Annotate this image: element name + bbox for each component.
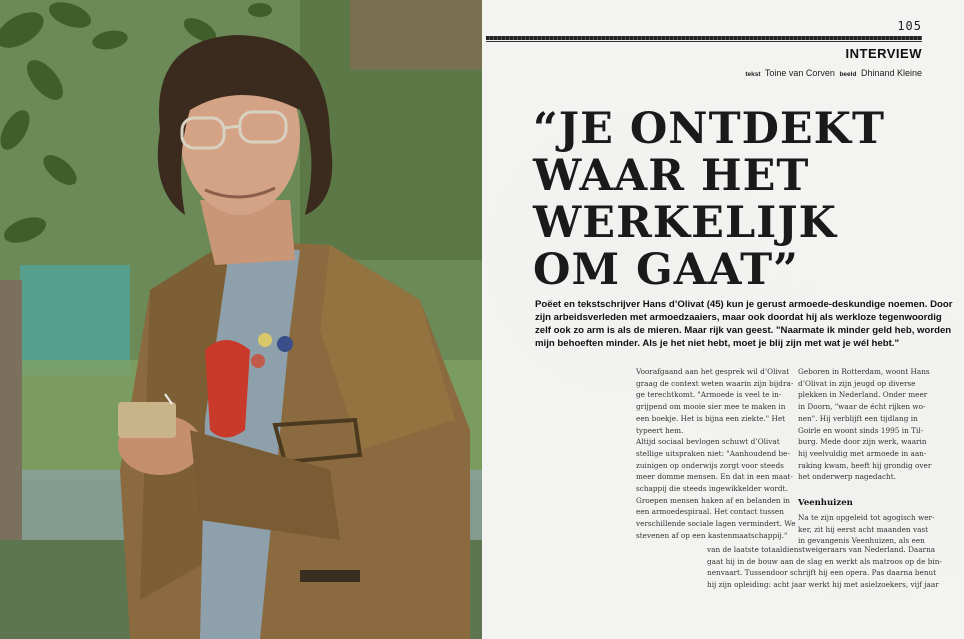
portrait-illustration [0,0,482,639]
body-line: hij veelvuldig met armoede in aan- [798,448,927,458]
headline-line: WAAR HET [533,151,810,201]
body-line: ge terechtkomt. "Armoede is veel te in- [636,390,782,400]
body-line: typeert hem. [636,425,684,435]
body-line: gaat hij in de bouw aan de slag en werkt… [707,556,942,566]
body-line: d’Olivat in zijn jeugd op diverse [798,378,916,388]
body-line: stevenen af op een kastenmaatschappij." [636,530,788,540]
body-line: verschillende sociale lagen vermindert. … [636,519,796,529]
byline-image-author: Dhinand Kleine [860,68,922,78]
body-line: het onderwerp nagedacht. [798,472,896,482]
body-line: plekken in Nederland. Onder meer [798,390,928,400]
headline: “JE ONTDEKT WAAR HET WERKELIJK OM GAAT” [533,106,933,294]
body-column-4: van de laatste totaaldienstweigeraars va… [707,544,942,591]
body-line: zuinigen op onderwijs zorgt voor steeds [636,460,784,470]
body-line: stellige uitspraken niet: "Aanhoudend be… [636,448,790,458]
headline-line: “JE ONTDEKT [533,104,886,154]
header-rule-thin [486,41,922,42]
section-label: INTERVIEW [845,46,922,61]
portrait-photo [0,0,482,639]
body-line: nenvaart. Tussendoor schrijft hij een op… [707,568,937,578]
lead-line: zijn arbeidsverleden met armoedzaaiers, … [535,312,942,323]
byline: tekst Toine van Corven beeld Dhinand Kle… [743,68,922,78]
body-line: Groepen mensen haken af en belanden in [636,495,790,505]
body-line: Goirle en woont sinds 1995 in Til- [798,425,924,435]
body-line: nen". Hij verblijft een tijdlang in [798,413,918,423]
body-line: een boekje. Het is bijna een ziekte." He… [636,413,786,423]
subheading: Veenhuizen [798,498,853,508]
header-rule [486,36,922,40]
body-line: Na te zijn opgeleid tot agogisch wer- [798,513,935,522]
body-line: Voorafgaand aan het gesprek wil d’Olivat [636,367,790,376]
lead-line: Poëet en tekstschrijver Hans d’Olivat (4… [535,299,953,310]
byline-text-author: Toine van Corven [764,68,835,78]
body-line: grijpend om mooie sier mee te maken in [636,402,786,412]
lead-line: mijn behoeften minder. Als je het niet h… [535,338,900,349]
magazine-spread: 105 INTERVIEW tekst Toine van Corven bee… [0,0,964,639]
headline-line: OM GAAT” [533,245,799,295]
body-line: Altijd sociaal bevlogen schuwt d’Olivat [636,437,780,447]
byline-text-label: tekst [745,71,761,78]
article-page: 105 INTERVIEW tekst Toine van Corven bee… [482,0,964,639]
body-line: hij zijn opleiding: acht jaar werkt hij … [707,580,939,590]
body-line: meer domme mensen. En dat in een maat- [636,472,793,482]
body-column-3: Na te zijn opgeleid tot agogisch wer- ke… [798,512,935,547]
body-line: raking kwam, heeft hij grondig over [798,460,932,470]
byline-image-label: beeld [839,71,857,78]
body-line: van de laatste totaaldienstweigeraars va… [707,545,936,554]
page-number: 105 [897,19,922,33]
body-column-1: Voorafgaand aan het gesprek wil d’Olivat… [636,366,796,542]
body-line: Geboren in Rotterdam, woont Hans [798,367,930,376]
body-line: in Doorn, "waar de écht rijken wo- [798,402,926,412]
body-line: schappij die steeds ingewikkelder wordt. [636,484,788,494]
lead-paragraph: Poëet en tekstschrijver Hans d’Olivat (4… [535,298,953,350]
headline-line: WERKELIJK [533,198,838,248]
body-line: burg. Mede door zijn werk, waarin [798,437,927,447]
body-line: graag de context weten waarin zijn bijdr… [636,378,794,388]
body-line: ker, zit hij eerst acht maanden vast [798,524,929,534]
lead-line: zelf ook zo arm is als de mieren. Maar r… [535,325,952,336]
body-line: een armoedespiraal. Het contact tussen [636,507,784,517]
body-column-2: Geboren in Rotterdam, woont Hans d’Oliva… [798,366,932,483]
